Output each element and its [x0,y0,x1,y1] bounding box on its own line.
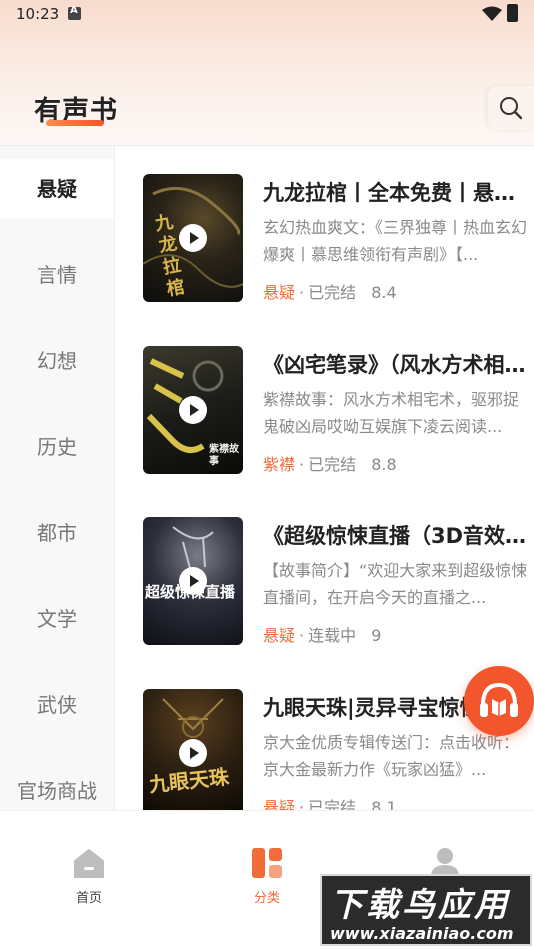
book-title: 《凶宅笔录》（风水方术相宅术） [263,353,531,377]
sidebar-item-romance[interactable]: 言情 [0,245,114,305]
status-bar: 10:23 [0,0,534,30]
nav-category-label: 分类 [253,891,280,906]
sidebar-item-suspense[interactable]: 悬疑 [0,159,114,219]
play-icon[interactable] [179,567,207,595]
book-title: 《超级惊悚直播（3D音效）》 [263,524,531,548]
search-icon [500,97,523,120]
play-icon[interactable] [179,224,207,252]
book-description: 京大金优质专辑传送门：点击收听：京大金最新力作《玩家凶猛》... [263,733,520,779]
nav-home[interactable]: 首页 [44,847,134,906]
book-meta: 紫襟 · 已完结 8.8 [263,451,397,475]
audiobook-player-button[interactable] [464,666,534,736]
status-time: 10:23 [16,5,60,23]
category-icon [251,847,283,879]
book-category: 悬疑 [263,798,296,810]
meta-separator: · [299,455,305,474]
book-rating: 8.4 [371,283,397,302]
title-underline [46,120,104,126]
headphones-icon [480,682,518,717]
book-meta: 悬疑 · 连载中 9 [263,622,381,646]
category-sidebar[interactable]: 悬疑 言情 幻想 历史 都市 文学 武侠 官场商战 [0,146,114,810]
sidebar-item-urban[interactable]: 都市 [0,503,114,563]
meta-separator: · [299,626,305,645]
meta-separator: · [299,283,305,302]
book-item[interactable]: 紫襟故事 《凶宅笔录》（风水方术相宅术） 紫襟故事：风水方术相宅术，驱邪捉鬼破凶… [115,346,534,486]
book-rating: 8.1 [371,798,397,810]
play-icon[interactable] [179,396,207,424]
watermark-url-text: www.xiazainiao.com [330,924,514,943]
book-status: 连载中 [308,626,357,645]
play-icon[interactable] [179,739,207,767]
book-meta: 悬疑 · 已完结 8.4 [263,279,397,303]
book-description: 紫襟故事：风水方术相宅术，驱邪捉鬼破凶局哎呦互娱旗下凌云阅读... [263,390,520,436]
watermark-main-text: 下载鸟应用 [330,885,510,924]
sidebar-item-wuxia[interactable]: 武侠 [0,675,114,735]
book-status: 已完结 [308,283,357,302]
notification-icon [68,5,81,20]
book-category: 紫襟 [263,455,296,474]
sidebar-item-literature[interactable]: 文学 [0,589,114,649]
book-cover[interactable]: 九眼天珠 [143,689,243,810]
cover-title: 紫襟故事 [209,444,239,467]
book-category: 悬疑 [263,283,296,302]
meta-separator: · [299,798,305,810]
wifi-icon [482,6,502,21]
book-title: 九龙拉棺丨全本免费丨悬疑灵异 [263,181,531,205]
book-description: 玄幻热血爽文：《三界独尊丨热血玄幻爆爽丨慕思维领衔有声剧》【... [263,218,528,264]
sidebar-item-history[interactable]: 历史 [0,417,114,477]
home-icon [73,847,105,879]
search-button[interactable] [488,86,534,130]
book-category: 悬疑 [263,626,296,645]
watermark: 下载鸟应用 www.xiazainiao.com [320,874,532,946]
book-item[interactable]: 九龙拉棺 九龙拉棺丨全本免费丨悬疑灵异 玄幻热血爽文：《三界独尊丨热血玄幻爆爽丨… [115,174,534,314]
sidebar-item-fantasy[interactable]: 幻想 [0,331,114,391]
book-meta: 悬疑 · 已完结 8.1 [263,794,397,810]
book-status: 已完结 [308,798,357,810]
book-cover[interactable]: 超级惊悚直播 [143,517,243,645]
nav-home-label: 首页 [75,891,102,906]
book-rating: 9 [371,626,382,645]
nav-category[interactable]: 分类 [222,847,312,906]
book-status: 已完结 [308,455,357,474]
book-description: 【故事简介】“欢迎大家来到超级惊悚直播间，在开启今天的直播之... [263,561,528,607]
book-cover[interactable]: 九龙拉棺 [143,174,243,302]
book-rating: 8.8 [371,455,397,474]
battery-icon [507,4,518,22]
sidebar-item-business[interactable]: 官场商战 [0,761,114,810]
book-item[interactable]: 超级惊悚直播 《超级惊悚直播（3D音效）》 【故事简介】“欢迎大家来到超级惊悚直… [115,517,534,657]
book-cover[interactable]: 紫襟故事 [143,346,243,474]
